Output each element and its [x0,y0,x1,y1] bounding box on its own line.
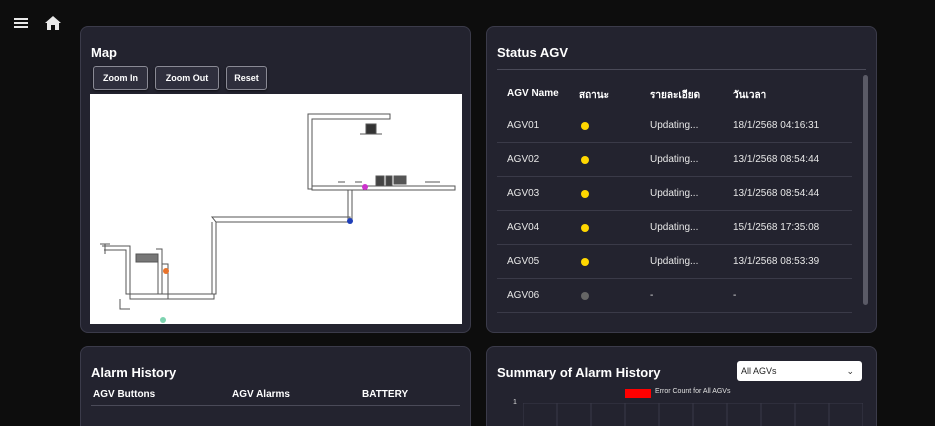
status-dot [581,292,589,300]
y-tick-label: 1 [513,399,517,406]
agv-name: AGV01 [507,120,540,131]
status-dot [581,224,589,232]
agv-datetime: 13/1/2568 08:54:44 [733,154,820,165]
agv-name: AGV06 [507,290,540,301]
alarm-history-title: Alarm History [91,365,177,380]
agv-datetime: 13/1/2568 08:53:39 [733,256,820,267]
zoom-in-button[interactable]: Zoom In [93,66,148,90]
status-dot [581,156,589,164]
map-canvas[interactable] [90,94,462,324]
menu-icon[interactable] [12,14,30,32]
column-agv-buttons: AGV Buttons [93,389,156,400]
chevron-down-icon: ⌄ [846,366,854,376]
status-title: Status AGV [497,45,569,60]
map-floorplan [100,113,456,323]
summary-title: Summary of Alarm History [497,365,661,380]
status-dot [581,258,589,266]
legend-label: Error Count for All AGVs [655,388,731,395]
map-title: Map [91,45,117,60]
status-agv-panel: Status AGV AGV Name สถานะ รายละเอียด วัน… [486,26,877,333]
agv-datetime: 18/1/2568 04:16:31 [733,120,820,131]
alarm-divider [91,405,460,406]
map-panel: Map Zoom In Zoom Out Reset [80,26,471,333]
alarm-history-panel: Alarm History AGV Buttons AGV Alarms BAT… [80,346,471,426]
legend-swatch [625,389,651,398]
agv-name: AGV03 [507,188,540,199]
agv-datetime: 13/1/2568 08:54:44 [733,188,820,199]
summary-panel: Summary of Alarm History All AGVs ⌄ Erro… [486,346,877,426]
column-agv-alarms: AGV Alarms [232,389,290,400]
agv-detail: Updating... [650,188,699,199]
status-dot [581,190,589,198]
status-dot [581,122,589,130]
agv-filter-value: All AGVs [741,366,777,376]
header-status: สถานะ [579,90,609,101]
agv-datetime: - [733,290,737,301]
table-row[interactable]: AGV04 Updating... 15/1/2568 17:35:08 [497,211,852,245]
header-detail: รายละเอียด [650,90,701,101]
reset-button[interactable]: Reset [226,66,267,90]
agv-detail: Updating... [650,120,699,131]
agv-filter-select[interactable]: All AGVs ⌄ [737,361,862,381]
table-row[interactable]: AGV05 Updating... 13/1/2568 08:53:39 [497,245,852,279]
header-agv-name: AGV Name [507,88,559,99]
agv-name: AGV05 [507,256,540,267]
column-battery: BATTERY [362,389,409,400]
table-row[interactable]: AGV03 Updating... 13/1/2568 08:54:44 [497,177,852,211]
agv-detail: Updating... [650,222,699,233]
agv-detail: Updating... [650,256,699,267]
table-row[interactable]: AGV02 Updating... 13/1/2568 08:54:44 [497,143,852,177]
agv-detail: - [650,290,654,301]
agv-detail: Updating... [650,154,699,165]
table-row[interactable]: AGV01 Updating... 18/1/2568 04:16:31 [497,109,852,143]
agv-name: AGV04 [507,222,540,233]
table-row[interactable]: AGV06 - - [497,279,852,313]
status-divider [497,69,866,70]
agv-datetime: 15/1/2568 17:35:08 [733,222,820,233]
home-icon[interactable] [44,14,62,32]
agv-name: AGV02 [507,154,540,165]
alarm-chart-grid [523,403,863,426]
header-datetime: วันเวลา [733,90,767,101]
zoom-out-button[interactable]: Zoom Out [155,66,219,90]
status-scrollbar[interactable] [863,75,868,305]
